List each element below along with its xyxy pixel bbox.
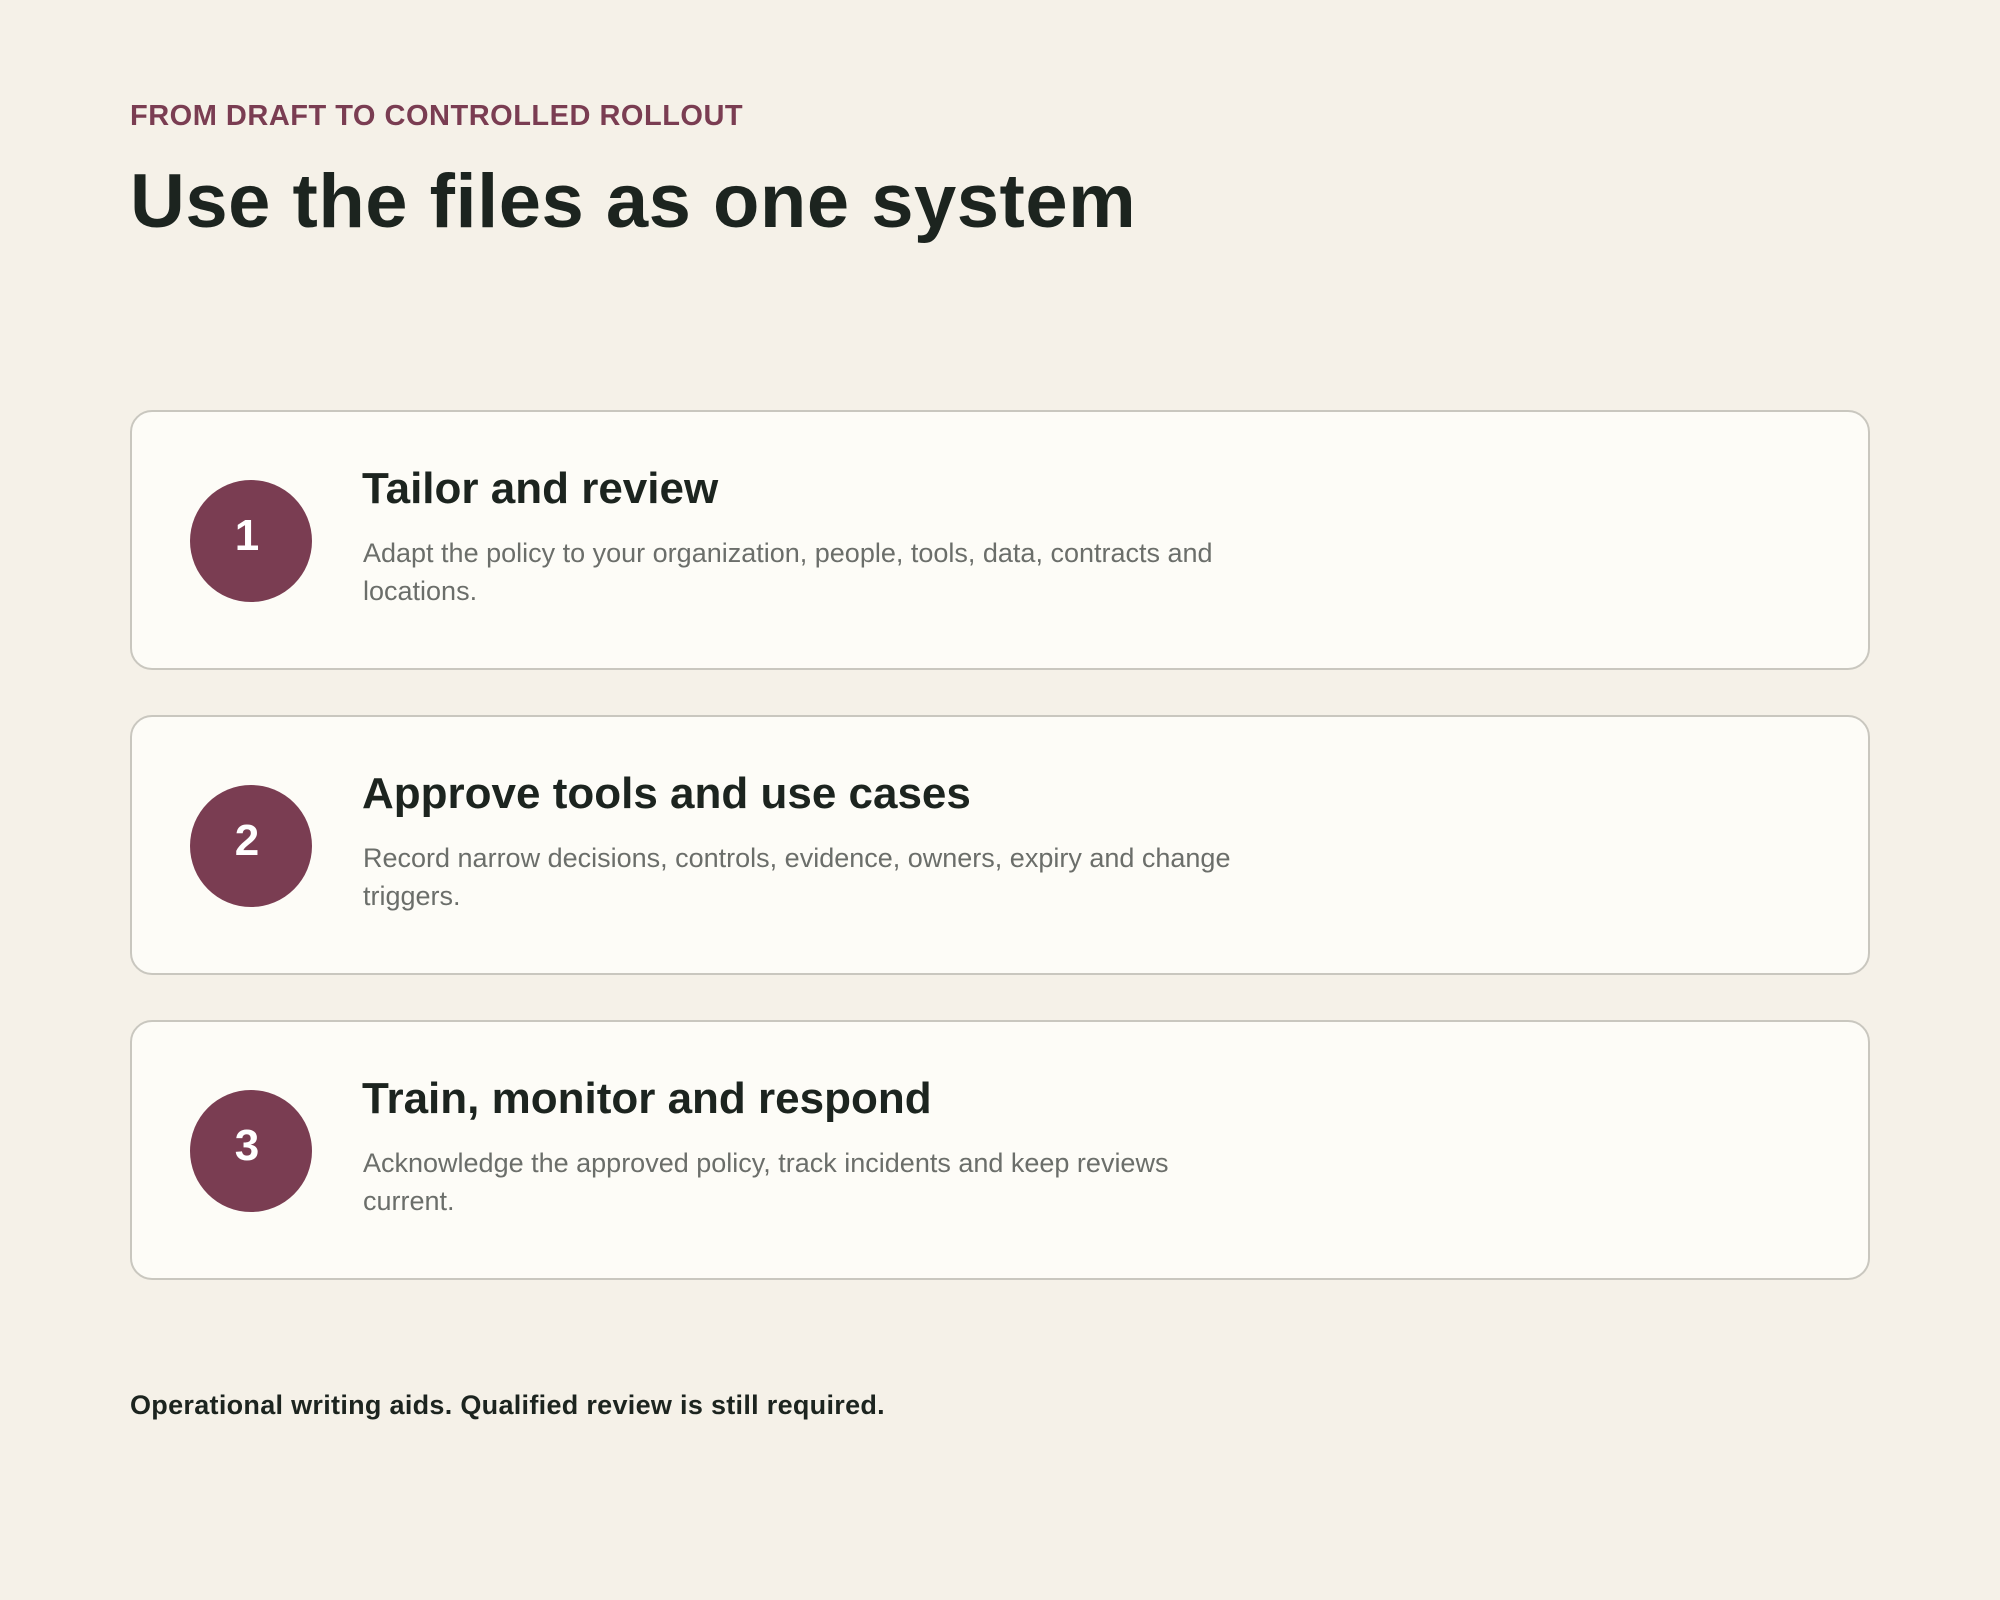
step-description: Record narrow decisions, controls, evide… [363, 843, 1231, 911]
step-description: Adapt the policy to your organization, p… [363, 538, 1213, 606]
step-card-3: 3 Train, monitor and respond Acknowledge… [130, 1020, 1870, 1280]
eyebrow-label: FROM DRAFT TO CONTROLLED ROLLOUT [130, 100, 744, 132]
step-title: Train, monitor and respond [362, 1074, 932, 1123]
page-title: Use the files as one system [130, 159, 1137, 244]
step-number-badge: 2 [190, 785, 312, 907]
step-card-1: 1 Tailor and review Adapt the policy to … [130, 410, 1870, 670]
footer-disclaimer: Operational writing aids. Qualified revi… [130, 1390, 885, 1420]
step-number-badge: 1 [190, 480, 312, 602]
steps-list: 1 Tailor and review Adapt the policy to … [130, 410, 1870, 1325]
step-number-badge: 3 [190, 1090, 312, 1212]
step-title: Tailor and review [362, 464, 719, 513]
step-description: Acknowledge the approved policy, track i… [363, 1148, 1169, 1216]
step-card-2: 2 Approve tools and use cases Record nar… [130, 715, 1870, 975]
step-title: Approve tools and use cases [362, 769, 971, 818]
